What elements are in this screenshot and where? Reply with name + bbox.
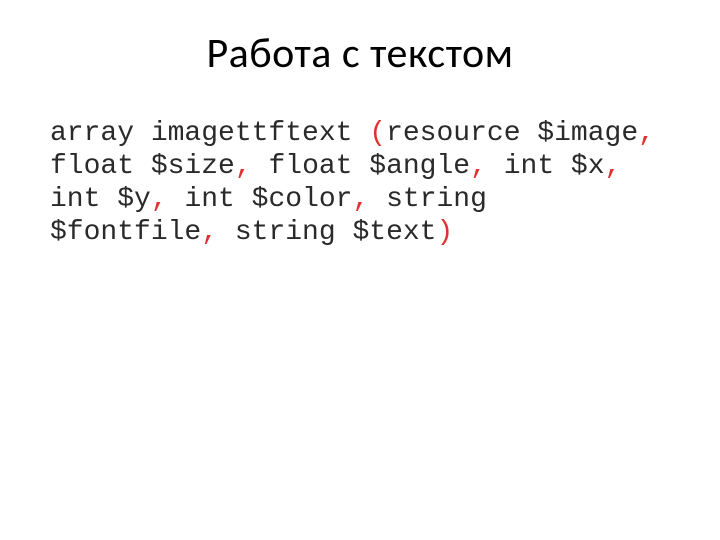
comma-icon: , [352,184,369,215]
paren-close-icon: ) [436,217,453,248]
code-text: array imagettftext [50,118,369,149]
comma-icon: , [470,151,487,182]
slide-title: Работа с текстом [50,28,670,79]
code-text: resource $image [386,118,638,149]
comma-icon: , [605,151,622,182]
code-text: int $color [168,184,353,215]
slide-container: Работа с текстом array imagettftext (res… [0,0,720,540]
code-text: float $angle [252,151,470,182]
comma-icon: , [201,217,218,248]
comma-icon: , [638,118,655,149]
code-text: string $text [218,217,436,248]
comma-icon: , [235,151,252,182]
code-text: int $x [487,151,605,182]
paren-open-icon: ( [369,118,386,149]
code-signature: array imagettftext (resource $image, flo… [50,117,670,249]
comma-icon: , [151,184,168,215]
